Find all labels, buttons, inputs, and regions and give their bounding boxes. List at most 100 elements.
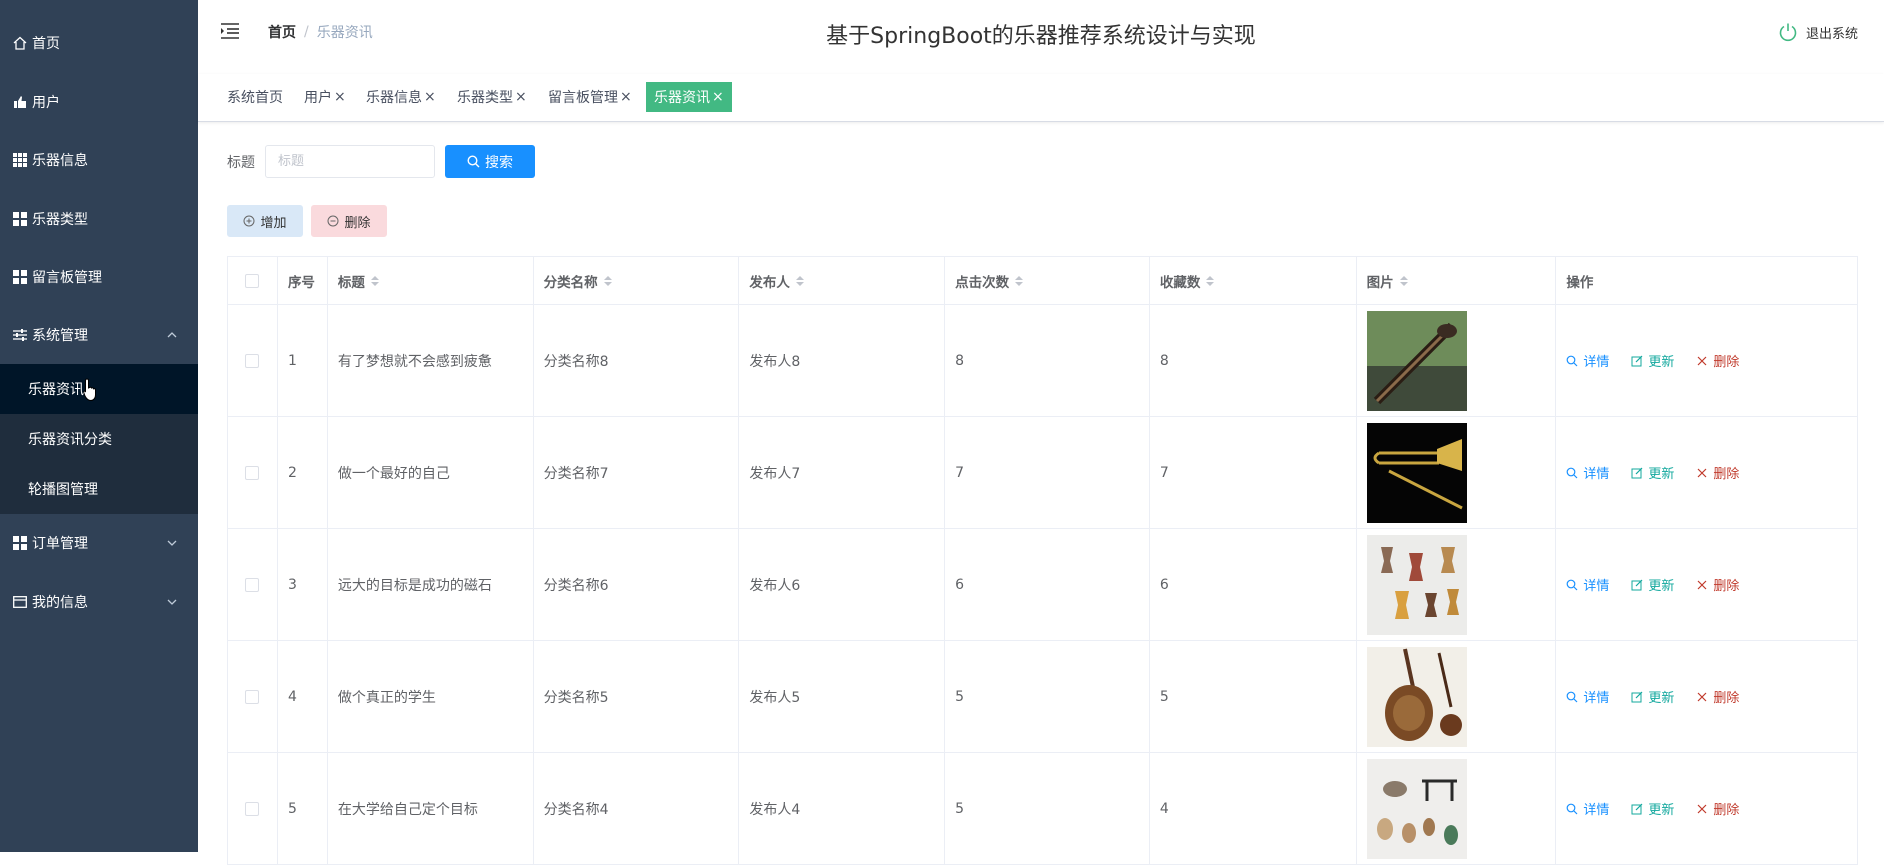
delete-button[interactable]: 删除 [1696, 351, 1739, 370]
sidebar-item-label: 乐器信息 [32, 153, 88, 169]
logout-button[interactable]: 退出系统 [1778, 22, 1858, 42]
column-header-image[interactable]: 图片 [1357, 257, 1557, 304]
column-header-favorites[interactable]: 收藏数 [1150, 257, 1357, 304]
column-header-label: 操作 [1566, 274, 1594, 291]
delete-button[interactable]: 删除 [1696, 575, 1739, 594]
instruments-photo[interactable] [1366, 758, 1467, 859]
sidebar-item-label: 首页 [32, 36, 60, 52]
cell-category: 分类名称8 [534, 305, 740, 416]
row-checkbox[interactable] [245, 577, 260, 592]
cell-image [1357, 529, 1557, 640]
column-header-clicks[interactable]: 点击次数 [945, 257, 1150, 304]
tag-users[interactable]: 用户 × [296, 82, 354, 112]
sort-icon[interactable] [1206, 275, 1215, 286]
detail-button[interactable]: 详情 [1566, 687, 1609, 706]
sort-icon[interactable] [1015, 275, 1024, 286]
sidebar-item-my-info[interactable]: 我的信息 [0, 573, 198, 631]
cell-actions: 详情 更新 删除 [1556, 305, 1857, 416]
close-icon[interactable]: × [712, 89, 724, 105]
column-header-index: 序号 [278, 257, 328, 304]
tag-instrument-news[interactable]: 乐器资讯 × [646, 82, 732, 112]
sort-icon[interactable] [370, 275, 379, 286]
sidebar-item-instrument-info[interactable]: 乐器信息 [0, 131, 198, 189]
cell-category: 分类名称7 [534, 417, 740, 528]
sidebar-item-system[interactable]: 系统管理 [0, 306, 198, 364]
edit-icon [1631, 355, 1643, 366]
sort-icon[interactable] [1399, 275, 1408, 286]
column-header-category[interactable]: 分类名称 [534, 257, 740, 304]
sliders-icon [12, 327, 28, 343]
tag-system-home[interactable]: 系统首页 [219, 82, 291, 112]
detail-button[interactable]: 详情 [1566, 351, 1609, 370]
search-button-label: 搜索 [485, 153, 513, 170]
column-header-publisher[interactable]: 发布人 [739, 257, 946, 304]
sidebar-item-orders[interactable]: 订单管理 [0, 514, 198, 572]
delete-button[interactable]: 删除 [1696, 687, 1739, 706]
cell-publisher: 发布人6 [739, 529, 946, 640]
djembe-photo[interactable] [1366, 534, 1467, 635]
tag-instrument-info[interactable]: 乐器信息 × [358, 82, 444, 112]
tag-label: 乐器信息 [366, 90, 422, 106]
sidebar-subitem-news-category[interactable]: 乐器资讯分类 [0, 414, 198, 464]
column-header-label: 图片 [1366, 274, 1394, 291]
sidebar-item-instrument-type[interactable]: 乐器类型 [0, 190, 198, 248]
column-header-label: 收藏数 [1159, 274, 1201, 291]
cell-actions: 详情 更新 删除 [1556, 753, 1857, 864]
page-title: 基于SpringBoot的乐器推荐系统设计与实现 [826, 24, 1256, 49]
detail-button[interactable]: 详情 [1566, 575, 1609, 594]
tag-label: 乐器资讯 [654, 90, 710, 106]
cell-image [1357, 641, 1557, 752]
row-checkbox[interactable] [245, 353, 260, 368]
cell-favorites: 8 [1150, 305, 1357, 416]
search-icon [1566, 355, 1578, 366]
row-checkbox[interactable] [245, 465, 260, 480]
sidebar-item-label: 我的信息 [32, 595, 88, 611]
close-icon [1697, 804, 1707, 813]
sidebar-item-users[interactable]: 用户 [0, 73, 198, 131]
edit-icon [1631, 579, 1643, 590]
tag-instrument-type[interactable]: 乐器类型 × [449, 82, 535, 112]
grid-icon [12, 211, 28, 227]
search-button[interactable]: 搜索 [445, 145, 535, 178]
row-checkbox[interactable] [245, 801, 260, 816]
row-checkbox[interactable] [245, 689, 260, 704]
column-header-title[interactable]: 标题 [328, 257, 534, 304]
cell-publisher: 发布人7 [739, 417, 946, 528]
sanxian-photo[interactable] [1366, 646, 1467, 747]
delete-label: 删除 [1713, 355, 1740, 370]
hulusi-photo[interactable] [1366, 310, 1467, 411]
close-icon[interactable]: × [620, 89, 632, 105]
detail-button[interactable]: 详情 [1566, 463, 1609, 482]
sidebar-item-message-board[interactable]: 留言板管理 [0, 248, 198, 306]
cell-index: 5 [278, 753, 328, 864]
close-icon[interactable]: × [424, 89, 436, 105]
select-all-checkbox[interactable] [245, 273, 260, 288]
delete-button[interactable]: 删除 [1696, 799, 1739, 818]
detail-button[interactable]: 详情 [1566, 799, 1609, 818]
news-table: 序号 标题 分类名称 发布人 点击次数 收藏数 图片 操作 1 有了梦想就不会感… [227, 256, 1858, 865]
close-icon[interactable]: × [334, 89, 346, 105]
delete-button[interactable]: 删除 [1696, 463, 1739, 482]
update-button[interactable]: 更新 [1631, 799, 1674, 818]
minus-circle-icon [327, 215, 339, 227]
update-button[interactable]: 更新 [1631, 575, 1674, 594]
batch-delete-button[interactable]: 删除 [311, 205, 387, 237]
sort-icon[interactable] [795, 275, 804, 286]
update-button[interactable]: 更新 [1631, 687, 1674, 706]
tag-message-board[interactable]: 留言板管理 × [540, 82, 640, 112]
sidebar-subitem-carousel[interactable]: 轮播图管理 [0, 464, 198, 514]
edit-icon [1631, 691, 1643, 702]
search-title-input[interactable] [265, 145, 435, 178]
close-icon[interactable]: × [515, 89, 527, 105]
add-button[interactable]: 增加 [227, 205, 303, 237]
tag-label: 乐器类型 [457, 90, 513, 106]
batch-delete-label: 删除 [344, 214, 371, 230]
update-button[interactable]: 更新 [1631, 463, 1674, 482]
trombone-photo[interactable] [1366, 422, 1467, 523]
sidebar-subitem-instrument-news[interactable]: 乐器资讯 [0, 364, 198, 414]
top-navbar: 首页 / 乐器资讯 基于SpringBoot的乐器推荐系统设计与实现 退出系统 [198, 0, 1884, 74]
sort-icon[interactable] [603, 275, 612, 286]
sidebar-item-home[interactable]: 首页 [0, 14, 198, 72]
cell-publisher: 发布人8 [739, 305, 946, 416]
update-button[interactable]: 更新 [1631, 351, 1674, 370]
